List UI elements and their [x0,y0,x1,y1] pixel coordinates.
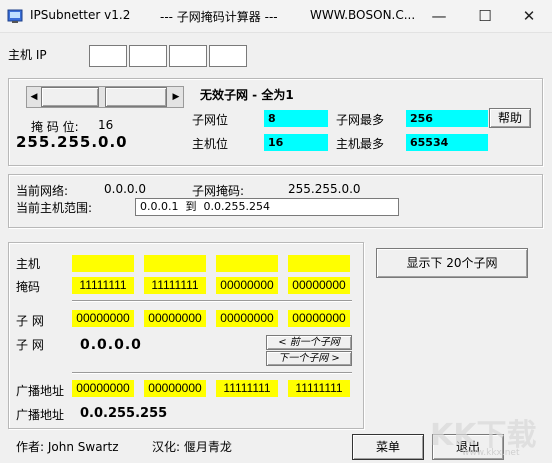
max-hosts-label: 主机最多 [336,137,385,151]
broadcast-binary-octet-1: 00000000 [72,380,134,397]
mask-value: 255.255.0.0 [16,133,128,151]
watermark-url: www.kkx.net [462,448,520,458]
max-hosts-value: 65534 [406,134,488,151]
title-bar[interactable]: IPSubnetter v1.2 --- 子网掩码计算器 --- WWW.BOS… [0,0,552,33]
slider-left-arrow-icon[interactable]: ◀ [27,87,41,107]
current-subnet-mask-label: 子网掩码: [192,184,245,198]
app-icon [7,9,23,23]
next-subnet-button[interactable]: 下一个子网 > [266,351,352,366]
broadcast-binary-octet-4: 11111111 [288,380,350,397]
mask-binary-octet-2: 11111111 [144,277,206,294]
host-bits-label: 主机位 [192,137,229,151]
host-binary-octet-1 [72,255,134,272]
host-binary-octet-3 [216,255,278,272]
maximize-icon[interactable]: ☐ [464,0,506,32]
host-ip-octet-2[interactable] [129,45,167,67]
host-ip-label: 主机 IP [8,48,47,62]
mask-binary-label: 掩码 [16,280,41,294]
current-network-label: 当前网络: [16,184,69,198]
current-subnet-mask-value: 255.255.0.0 [288,182,361,196]
help-button[interactable]: 帮助 [489,108,531,128]
mask-bits-slider[interactable]: ◀ ▶ [26,86,184,108]
broadcast-binary-label: 广播地址 [16,384,65,398]
subnet-binary-label: 子 网 [16,314,44,328]
broadcast-binary-octet-2: 00000000 [144,380,206,397]
mask-bits-value: 16 [98,118,114,132]
minimize-icon[interactable]: — [418,0,460,32]
broadcast-decimal-value: 0.0.255.255 [80,406,168,421]
max-subnets-value: 256 [406,110,488,127]
window-subtitle: --- 子网掩码计算器 --- [160,10,278,24]
mask-binary-octet-1: 11111111 [72,277,134,294]
divider [72,300,352,302]
host-bits-value: 16 [264,134,328,151]
divider [72,372,352,374]
host-binary-octet-4 [288,255,350,272]
localized-by-label: 汉化: 偃月青龙 [152,440,232,454]
mask-binary-octet-3: 00000000 [216,277,278,294]
subnet-binary-octet-2: 00000000 [144,310,206,327]
host-ip-octet-4[interactable] [209,45,247,67]
invalid-subnet-message: 无效子网 - 全为1 [200,88,294,102]
close-icon[interactable]: ✕ [508,0,550,32]
current-network-value: 0.0.0.0 [104,182,146,196]
slider-track-left[interactable] [41,87,99,107]
subnet-binary-octet-4: 00000000 [288,310,350,327]
menu-button[interactable]: 菜单 [352,434,424,460]
broadcast-decimal-label: 广播地址 [16,408,65,422]
broadcast-binary-octet-3: 11111111 [216,380,278,397]
max-subnets-label: 子网最多 [336,113,385,127]
subnet-binary-octet-3: 00000000 [216,310,278,327]
subnet-decimal-value: 0.0.0.0 [80,337,142,353]
host-range-label: 当前主机范围: [16,201,93,215]
host-ip-octet-1[interactable] [89,45,127,67]
mask-binary-octet-4: 00000000 [288,277,350,294]
subnet-bits-value: 8 [264,110,328,127]
subnet-decimal-label: 子 网 [16,338,44,352]
host-ip-octet-3[interactable] [169,45,207,67]
author-label: 作者: John Swartz [16,440,119,454]
slider-right-arrow-icon[interactable]: ▶ [169,87,183,107]
subnet-bits-label: 子网位 [192,113,229,127]
host-range-field[interactable]: 0.0.0.1 到 0.0.255.254 [135,198,399,216]
host-binary-label: 主机 [16,257,41,271]
subnet-binary-octet-1: 00000000 [72,310,134,327]
window-url: WWW.BOSON.C... [310,8,416,22]
host-binary-octet-2 [144,255,206,272]
slider-thumb[interactable] [105,87,167,107]
window-title: IPSubnetter v1.2 [30,8,131,22]
show-next-20-subnets-button[interactable]: 显示下 20个子网 [376,248,528,278]
prev-subnet-button[interactable]: < 前一个子网 [266,335,352,350]
